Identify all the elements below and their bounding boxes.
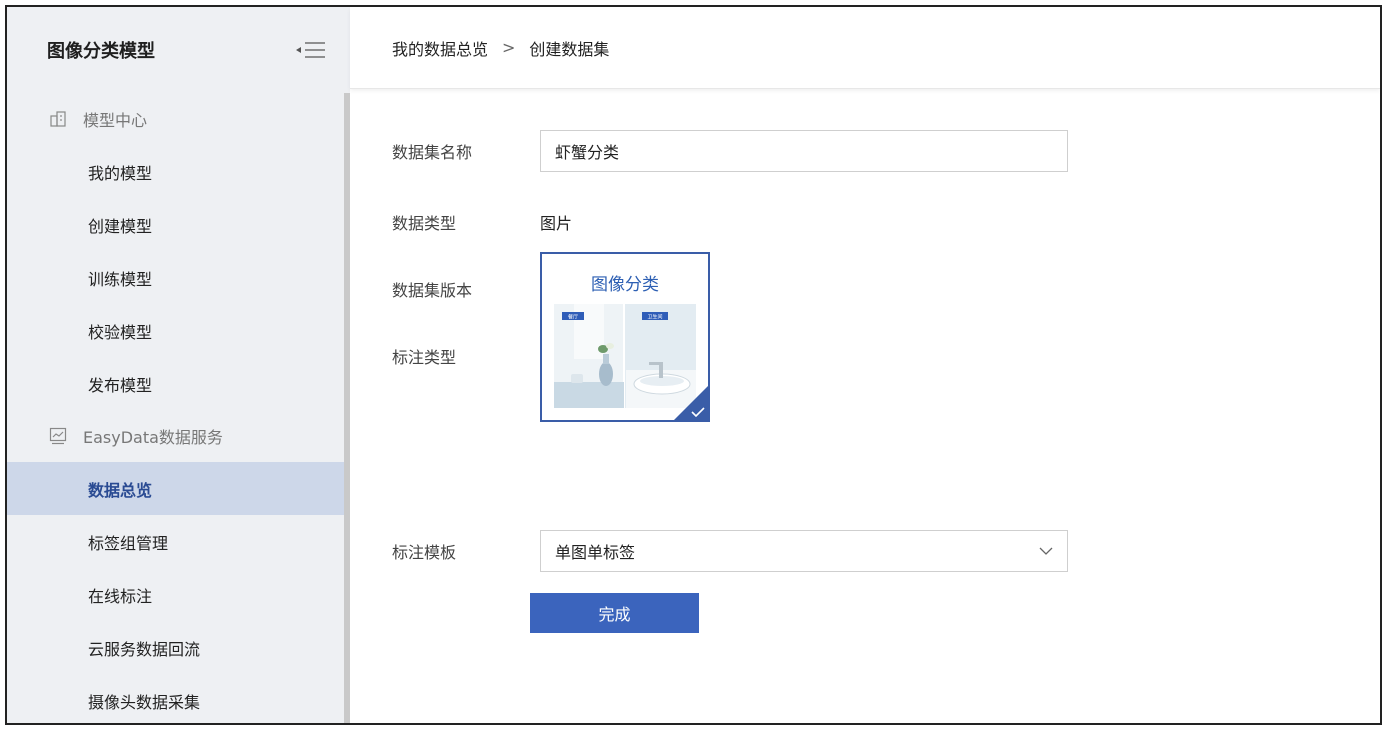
dataset-version-label: 数据集版本 <box>392 281 473 300</box>
breadcrumb-separator: > <box>502 38 516 57</box>
sidebar-item-cloud-data-reflow[interactable]: 云服务数据回流 <box>7 621 350 674</box>
data-type-label: 数据类型 <box>392 214 457 233</box>
sidebar-item-publish-model[interactable]: 发布模型 <box>7 357 350 410</box>
dataset-name-label: 数据集名称 <box>392 143 473 162</box>
annotation-template-select[interactable]: 单图单标签 <box>540 530 1068 572</box>
sidebar-item-label-groups[interactable]: 标签组管理 <box>7 515 350 568</box>
sidebar-group-label: 模型中心 <box>83 111 148 130</box>
annotation-template-label: 标注模板 <box>392 543 457 562</box>
sidebar-item-train-model[interactable]: 训练模型 <box>7 251 350 304</box>
main-content: 我的数据总览 > 创建数据集 数据集名称 虾蟹分类 数据类型 图片 数据集版本 … <box>350 7 1380 723</box>
sidebar-group-label: EasyData数据服务 <box>83 428 223 447</box>
form-row-annotation-type: 标注类型 <box>392 344 540 368</box>
sidebar-group-easydata[interactable]: EasyData数据服务 <box>7 410 350 462</box>
chart-icon <box>49 427 67 445</box>
dataset-name-input[interactable]: 虾蟹分类 <box>540 130 1068 172</box>
app-window: 图像分类模型 模型中心 我的模型 创建模型 训练模型 校验模型 发布模型 Eas… <box>5 5 1382 725</box>
check-icon <box>691 407 705 417</box>
sidebar-title: 图像分类模型 <box>47 41 155 62</box>
chevron-down-icon <box>1039 547 1053 555</box>
annotation-type-label: 标注类型 <box>392 348 457 367</box>
breadcrumb-current: 创建数据集 <box>529 39 610 59</box>
illustration-tag-bathroom: 卫生间 <box>647 314 662 321</box>
sidebar-item-online-annotation[interactable]: 在线标注 <box>7 568 350 621</box>
sidebar-item-validate-model[interactable]: 校验模型 <box>7 304 350 357</box>
submit-button[interactable]: 完成 <box>530 593 699 633</box>
form-row-annotation-template: 标注模板 单图单标签 <box>392 530 1068 572</box>
annotation-card-title: 图像分类 <box>591 275 659 295</box>
form-row-data-type: 数据类型 图片 <box>392 210 572 234</box>
breadcrumb: 我的数据总览 > 创建数据集 <box>350 7 1380 89</box>
sidebar-item-my-models[interactable]: 我的模型 <box>7 145 350 198</box>
data-type-value: 图片 <box>540 214 573 233</box>
annotation-template-value: 单图单标签 <box>555 543 636 562</box>
sidebar: 图像分类模型 模型中心 我的模型 创建模型 训练模型 校验模型 发布模型 Eas… <box>7 7 350 723</box>
form-row-dataset-name: 数据集名称 虾蟹分类 <box>392 130 1068 172</box>
sidebar-item-camera-collection[interactable]: 摄像头数据采集 <box>7 674 350 723</box>
building-icon <box>49 110 67 128</box>
sidebar-menu: 模型中心 我的模型 创建模型 训练模型 校验模型 发布模型 EasyData数据… <box>7 93 350 723</box>
illustration-tag-dining: 餐厅 <box>568 314 578 321</box>
sidebar-group-model-center[interactable]: 模型中心 <box>7 93 350 145</box>
annotation-type-card-image-classification[interactable]: 图像分类 餐厅 卫生间 <box>540 252 710 422</box>
sidebar-header: 图像分类模型 <box>7 7 350 93</box>
breadcrumb-parent-link[interactable]: 我的数据总览 <box>392 36 488 60</box>
collapse-sidebar-icon[interactable] <box>296 41 326 59</box>
sidebar-item-create-model[interactable]: 创建模型 <box>7 198 350 251</box>
form-row-dataset-version: 数据集版本 V1 <box>392 277 561 301</box>
sidebar-item-data-overview[interactable]: 数据总览 <box>7 462 350 515</box>
